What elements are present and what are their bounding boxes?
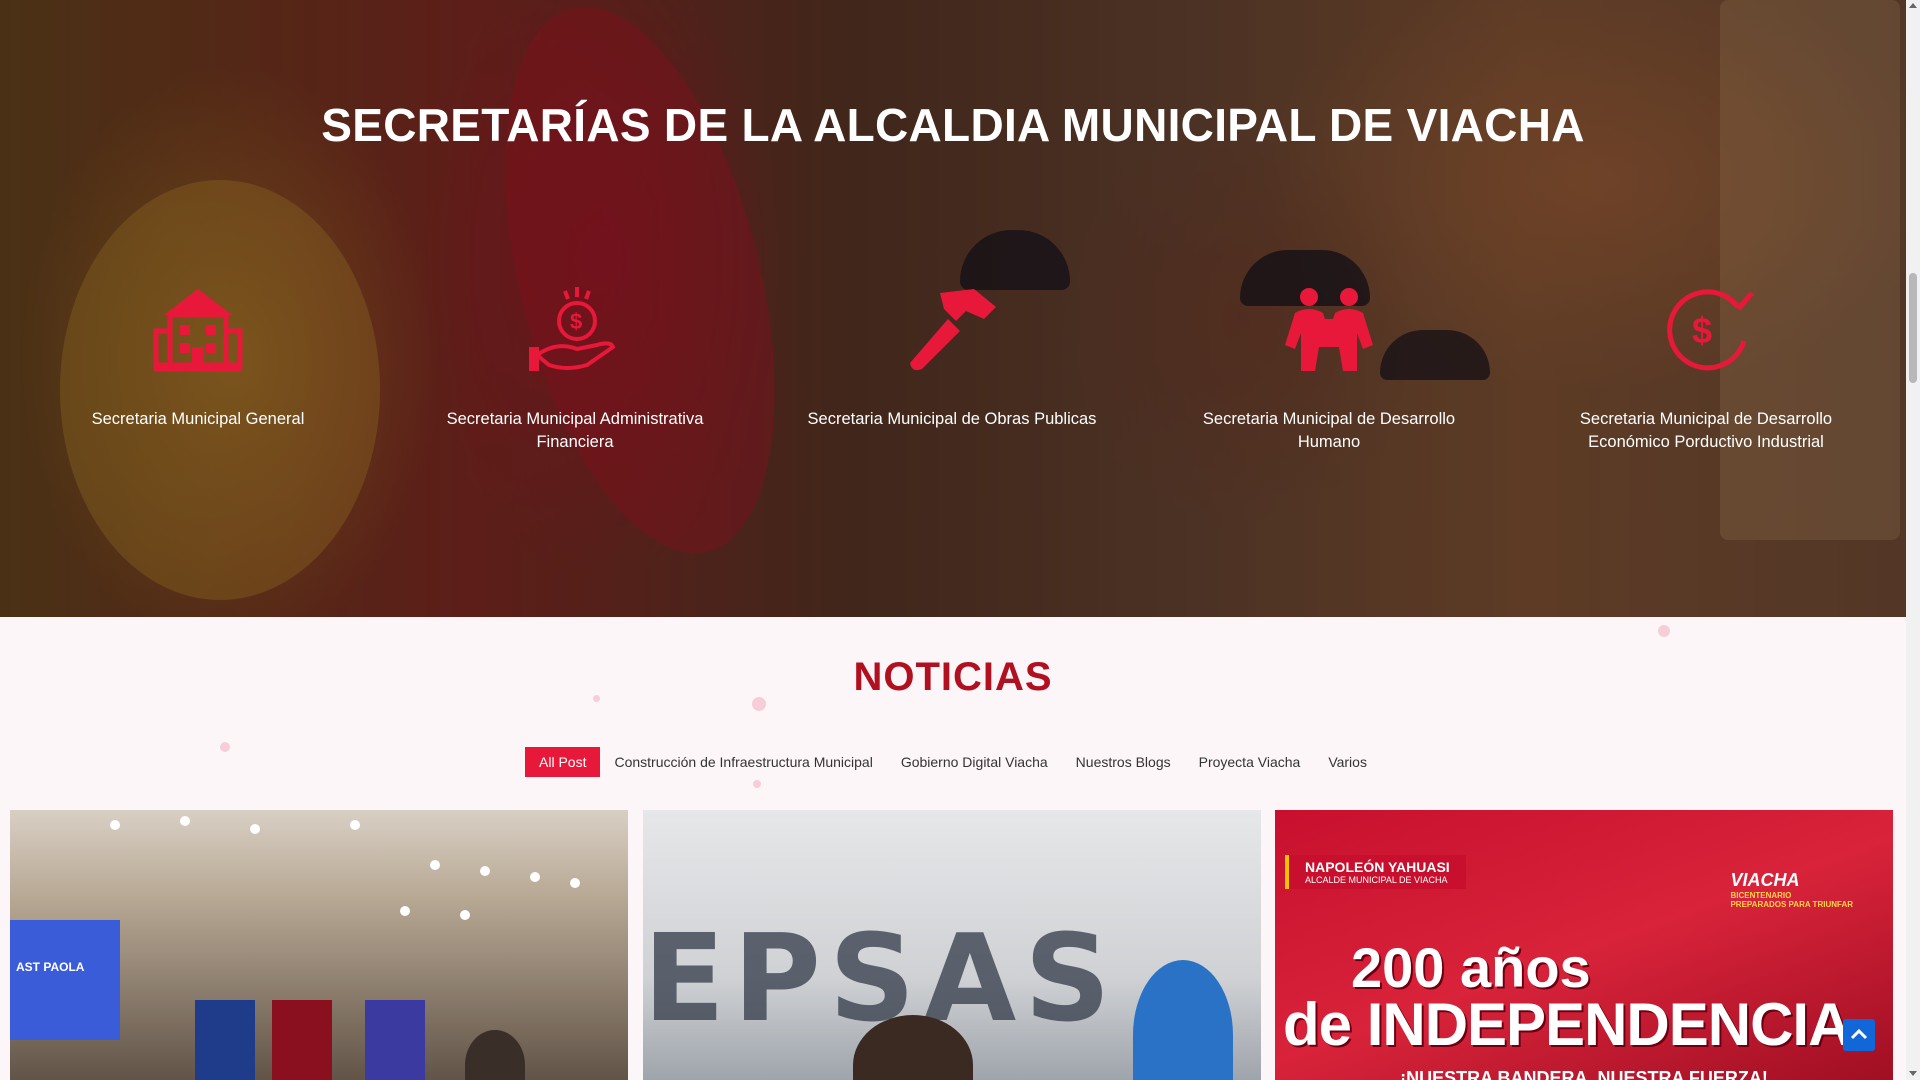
filter-proyecta-viacha[interactable]: Proyecta Viacha [1185,747,1315,777]
scrollbar-thumb[interactable] [1909,273,1917,383]
filter-gobierno-digital[interactable]: Gobierno Digital Viacha [887,747,1062,777]
slogan: ¡NUESTRA BANDERA, NUESTRA FUERZA! [1400,1068,1768,1080]
scroll-down-arrow-icon[interactable] [1909,1071,1917,1076]
dollar-cycle-icon: $ [1667,289,1754,371]
secretaria-desarrollo-economico[interactable]: $ Secretaria Municipal de Desarrollo Eco… [1556,285,1856,454]
secretaria-administrativa-financiera[interactable]: $ Secretaria Municipal Administrativa Fi… [425,285,725,454]
banner [365,1000,425,1080]
filter-construccion[interactable]: Construcción de Infraestructura Municipa… [600,747,886,777]
news-filter-bar: All Post Construcción de Infraestructura… [0,747,1906,777]
secretaria-label: Secretaria Municipal General [91,410,305,428]
viacha-brand: VIACHA BICENTENARIO PREPARADOS PARA TRIU… [1730,870,1853,909]
section-title: SECRETARÍAS DE LA ALCALDIA MUNICIPAL DE … [321,99,1585,151]
money-hand-icon: $ [529,287,616,371]
secretaria-label: Secretaria Municipal de Obras Publicas [807,410,1097,428]
noticias-section: NOTICIAS All Post Construcción de Infrae… [0,617,1906,1080]
projector-screen: AST PAOLA [10,920,120,1040]
page-scrollbar[interactable] [1906,0,1920,1080]
town-hall-icon [153,289,243,372]
page: SECRETARÍAS DE LA ALCALDIA MUNICIPAL DE … [0,0,1920,1080]
banner [195,1000,255,1080]
section-title: NOTICIAS [853,655,1053,699]
secretarias-list: Secretaria Municipal General $ Secretari… [0,285,1906,485]
secretaria-label: Secretaria Municipal de Desarrollo Human… [1202,410,1456,451]
person [465,1030,525,1080]
scroll-to-top-button[interactable] [1843,1019,1875,1051]
svg-text:$: $ [1692,310,1712,351]
banner [272,1000,332,1080]
svg-text:$: $ [570,309,582,334]
news-card[interactable]: AST PAOLA [10,810,628,1080]
filter-nuestros-blogs[interactable]: Nuestros Blogs [1062,747,1185,777]
news-grid: AST PAOLA EPSAS NAPOLEÓN YAHUASI ALCALDE… [10,810,1894,1080]
scroll-up-arrow-icon[interactable] [1909,3,1917,8]
news-card[interactable]: EPSAS [643,810,1261,1080]
secretaria-label: Secretaria Municipal Administrativa Fina… [446,410,704,451]
hammer-icon [910,289,996,371]
secretarias-section: SECRETARÍAS DE LA ALCALDIA MUNICIPAL DE … [0,0,1906,617]
mayor-badge: NAPOLEÓN YAHUASI ALCALDE MUNICIPAL DE VI… [1285,855,1466,889]
filter-varios[interactable]: Varios [1314,747,1381,777]
people-hug-icon [1285,288,1373,371]
headline-line2: de INDEPENDENCIA [1283,991,1851,1058]
secretaria-obras-publicas[interactable]: Secretaria Municipal de Obras Publicas [802,285,1102,431]
chevron-up-icon [1850,1028,1868,1040]
news-card[interactable]: NAPOLEÓN YAHUASI ALCALDE MUNICIPAL DE VI… [1275,810,1893,1080]
secretaria-general[interactable]: Secretaria Municipal General [48,285,348,431]
secretaria-desarrollo-humano[interactable]: Secretaria Municipal de Desarrollo Human… [1179,285,1479,454]
filter-all-post[interactable]: All Post [525,747,601,777]
secretaria-label: Secretaria Municipal de Desarrollo Econó… [1579,410,1833,451]
